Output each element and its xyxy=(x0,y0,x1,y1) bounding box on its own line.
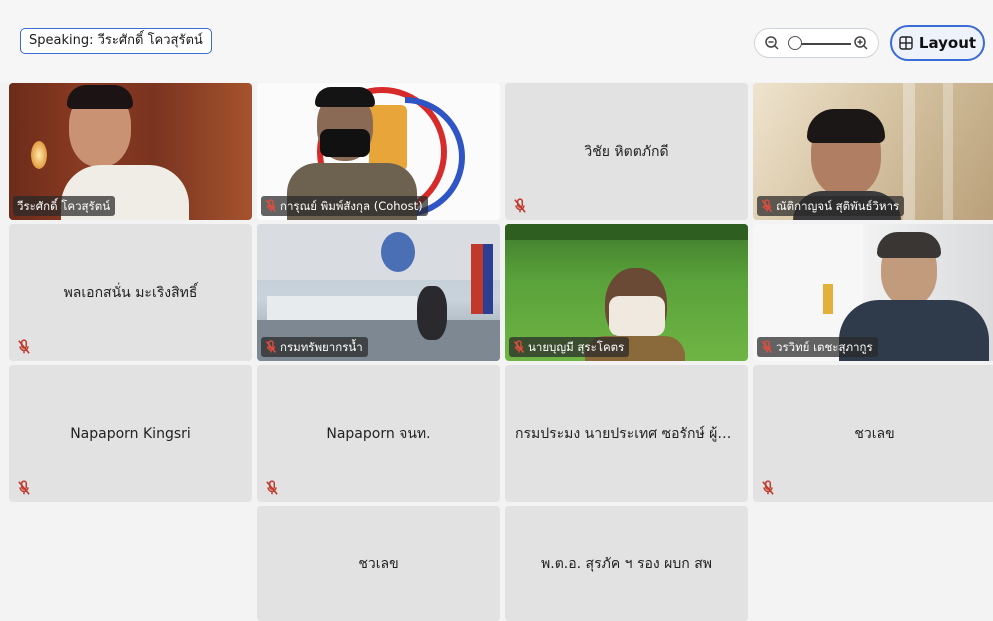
zoom-slider-track[interactable] xyxy=(795,43,851,45)
participant-name-label: การุณย์ พิมพ์สังกุล (Cohost) xyxy=(261,196,428,216)
muted-mic-icon xyxy=(761,199,773,212)
participant-tile[interactable]: พ.ต.อ. สุรภัค ฯ รอง ผบก สพ xyxy=(505,506,748,621)
participant-name: วรวิทย์ เตชะสุภากูร xyxy=(776,340,873,354)
zoom-in-icon[interactable] xyxy=(853,35,869,51)
participant-name: วีระศักดิ์ โควสุรัตน์ xyxy=(17,199,111,213)
participant-name: Napaporn จนท. xyxy=(326,425,431,442)
participant-name: นายบุญมี สุระโคตร xyxy=(528,340,625,354)
muted-mic-icon xyxy=(761,340,773,353)
top-bar: Speaking: วีระศักดิ์ โควสุรัตน์ Layout xyxy=(0,0,993,82)
participant-tile[interactable]: ชวเลข xyxy=(257,506,500,621)
speaking-indicator: Speaking: วีระศักดิ์ โควสุรัตน์ xyxy=(20,28,212,54)
muted-mic-icon xyxy=(18,480,30,495)
participant-name: การุณย์ พิมพ์สังกุล (Cohost) xyxy=(280,199,423,213)
participant-name: พ.ต.อ. สุรภัค ฯ รอง ผบก สพ xyxy=(541,555,712,572)
participant-tile[interactable]: กรมทรัพยากรน้ำ xyxy=(257,224,500,361)
participant-name: กรมทรัพยากรน้ำ xyxy=(280,340,363,354)
participant-tile[interactable]: ณัติกาญจน์ สุติพันธ์วิหาร xyxy=(753,83,993,220)
muted-mic-icon xyxy=(514,198,526,213)
muted-mic-icon xyxy=(513,340,525,353)
participant-tile[interactable]: Napaporn Kingsri xyxy=(9,365,252,502)
participant-tile[interactable]: การุณย์ พิมพ์สังกุล (Cohost) xyxy=(257,83,500,220)
participant-name: พลเอกสนั่น มะเริงสิทธิ์ xyxy=(63,284,198,301)
zoom-out-icon[interactable] xyxy=(764,35,780,51)
participant-tile[interactable]: นายบุญมี สุระโคตร xyxy=(505,224,748,361)
muted-mic-icon xyxy=(265,199,277,212)
participant-name-label: วรวิทย์ เตชะสุภากูร xyxy=(757,337,878,357)
muted-mic-icon xyxy=(18,339,30,354)
participant-name-label: กรมทรัพยากรน้ำ xyxy=(261,337,368,357)
participant-name-label: วีระศักดิ์ โควสุรัตน์ xyxy=(13,196,116,216)
participant-name-label: นายบุญมี สุระโคตร xyxy=(509,337,630,357)
participant-tile[interactable]: วิชัย หิตตภักดี xyxy=(505,83,748,220)
layout-button-label: Layout xyxy=(918,34,977,52)
layout-button[interactable]: Layout xyxy=(890,25,985,61)
participant-name: กรมประมง นายประเทศ ซอรักษ์ ผู้ต... xyxy=(515,425,740,442)
participant-name-label: ณัติกาญจน์ สุติพันธ์วิหาร xyxy=(757,196,905,216)
zoom-control[interactable] xyxy=(754,28,879,58)
muted-mic-icon xyxy=(266,480,278,495)
muted-mic-icon xyxy=(265,340,277,353)
participant-tile[interactable]: วรวิทย์ เตชะสุภากูร xyxy=(753,224,993,361)
participant-tile[interactable]: พลเอกสนั่น มะเริงสิทธิ์ xyxy=(9,224,252,361)
participant-name: Napaporn Kingsri xyxy=(70,425,191,442)
participant-name: ชวเลข xyxy=(854,425,895,442)
layout-grid-icon xyxy=(899,36,913,50)
participant-tile[interactable]: ชวเลข xyxy=(753,365,993,502)
participant-name: ชวเลข xyxy=(358,555,399,572)
participant-name: วิชัย หิตตภักดี xyxy=(584,143,669,160)
muted-mic-icon xyxy=(762,480,774,495)
participant-tile[interactable]: วีระศักดิ์ โควสุรัตน์ xyxy=(9,83,252,220)
zoom-slider-thumb[interactable] xyxy=(788,36,802,50)
participant-name: ณัติกาญจน์ สุติพันธ์วิหาร xyxy=(776,199,900,213)
participant-tile[interactable]: Napaporn จนท. xyxy=(257,365,500,502)
participant-tile[interactable]: กรมประมง นายประเทศ ซอรักษ์ ผู้ต... xyxy=(505,365,748,502)
